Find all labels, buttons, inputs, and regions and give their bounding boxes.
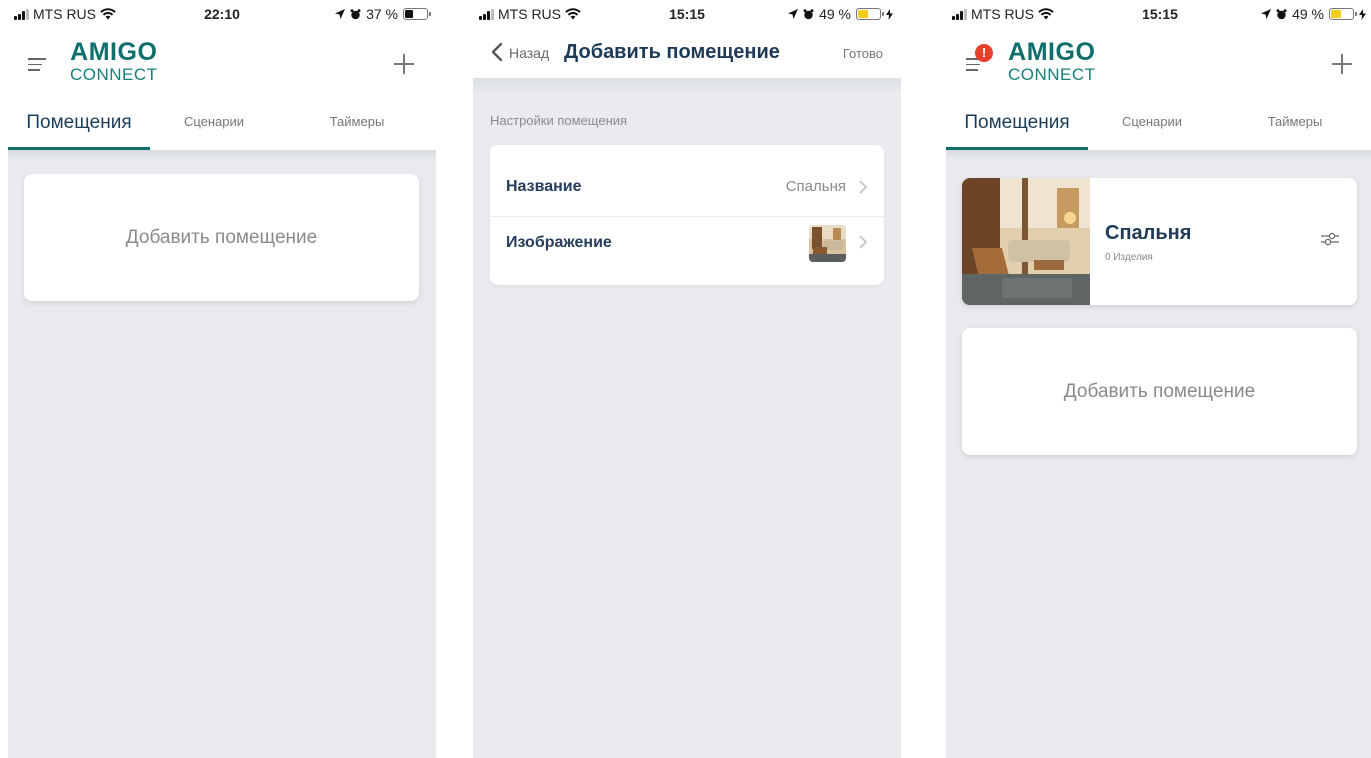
location-arrow-icon [335, 9, 346, 19]
battery-fill [405, 10, 413, 18]
plus-icon[interactable] [394, 54, 414, 74]
plus-icon[interactable] [1332, 54, 1352, 74]
screen-rooms-with-room: MTS RUS 15:15 49 % ! AMIGO CONNECT Помещ… [946, 0, 1371, 758]
amigo-connect-logo: AMIGO CONNECT [1008, 38, 1096, 84]
location-arrow-icon [788, 9, 799, 19]
battery-fill [1331, 10, 1342, 18]
charging-bolt-icon [886, 8, 893, 20]
status-bar: MTS RUS 22:10 37 % [8, 0, 436, 28]
header-shadow [8, 150, 436, 160]
battery-percent: 49 % [819, 6, 851, 22]
alarm-icon [350, 8, 361, 19]
add-room-card[interactable]: Добавить помещение [962, 328, 1357, 455]
tab-timers[interactable]: Таймеры [1216, 100, 1371, 150]
tab-rooms[interactable]: Помещения [946, 100, 1088, 150]
header-shadow [946, 150, 1371, 160]
location-arrow-icon [1261, 9, 1272, 19]
back-button[interactable]: Назад [509, 45, 549, 61]
alarm-icon [803, 8, 814, 19]
status-right: 49 % [788, 6, 893, 22]
name-value: Спальня [785, 178, 846, 195]
done-button[interactable]: Готово [843, 46, 883, 61]
charging-bolt-icon [1359, 8, 1366, 20]
menu-icon[interactable] [28, 58, 46, 72]
chevron-right-icon [859, 180, 868, 194]
status-bar: MTS RUS 15:15 49 % [946, 0, 1371, 28]
room-name: Спальня [1105, 222, 1192, 244]
battery-icon [856, 8, 884, 20]
alarm-icon [1276, 8, 1287, 19]
name-row[interactable]: Название Спальня [490, 155, 884, 217]
tab-bar: Помещения Сценарии Таймеры [8, 100, 436, 150]
chevron-right-icon [859, 235, 868, 249]
tab-scenarios[interactable]: Сценарии [1088, 100, 1216, 150]
room-photo [962, 178, 1090, 305]
nav-bar: Назад Добавить помещение Готово [473, 28, 901, 78]
tab-rooms[interactable]: Помещения [8, 100, 150, 150]
status-right: 37 % [335, 6, 431, 22]
screen-rooms-empty: MTS RUS 22:10 37 % AMIGO CONNECT Помещен… [8, 0, 436, 758]
name-label: Название [506, 178, 582, 195]
room-photo-thumbnail [809, 225, 846, 262]
app-header: ! AMIGO CONNECT Помещения Сценарии Тайме… [946, 28, 1371, 150]
tab-scenarios[interactable]: Сценарии [150, 100, 278, 150]
battery-percent: 49 % [1292, 6, 1324, 22]
back-chevron-icon[interactable] [489, 42, 505, 62]
tab-bar: Помещения Сценарии Таймеры [946, 100, 1371, 150]
battery-icon [1329, 8, 1357, 20]
room-settings-card: Название Спальня Изображение [490, 145, 884, 285]
tab-timers[interactable]: Таймеры [278, 100, 436, 150]
section-label: Настройки помещения [490, 113, 628, 128]
image-label: Изображение [506, 234, 612, 251]
battery-percent: 37 % [366, 6, 398, 22]
image-row[interactable]: Изображение [490, 217, 884, 279]
status-right: 49 % [1261, 6, 1366, 22]
status-bar: MTS RUS 15:15 49 % [473, 0, 901, 28]
battery-icon [403, 8, 431, 20]
nav-shadow [473, 78, 901, 94]
room-device-count: 0 Изделия [1105, 252, 1153, 263]
app-header: AMIGO CONNECT Помещения Сценарии Таймеры [8, 28, 436, 150]
screen-add-room: MTS RUS 15:15 49 % Назад Добавить помеще… [473, 0, 901, 758]
sliders-icon[interactable] [1319, 228, 1341, 250]
add-room-card[interactable]: Добавить помещение [24, 174, 419, 301]
battery-fill [858, 10, 869, 18]
notification-badge: ! [975, 44, 993, 62]
amigo-connect-logo: AMIGO CONNECT [70, 38, 158, 84]
room-card[interactable]: Спальня 0 Изделия [962, 178, 1357, 305]
page-title: Добавить помещение [564, 41, 780, 63]
